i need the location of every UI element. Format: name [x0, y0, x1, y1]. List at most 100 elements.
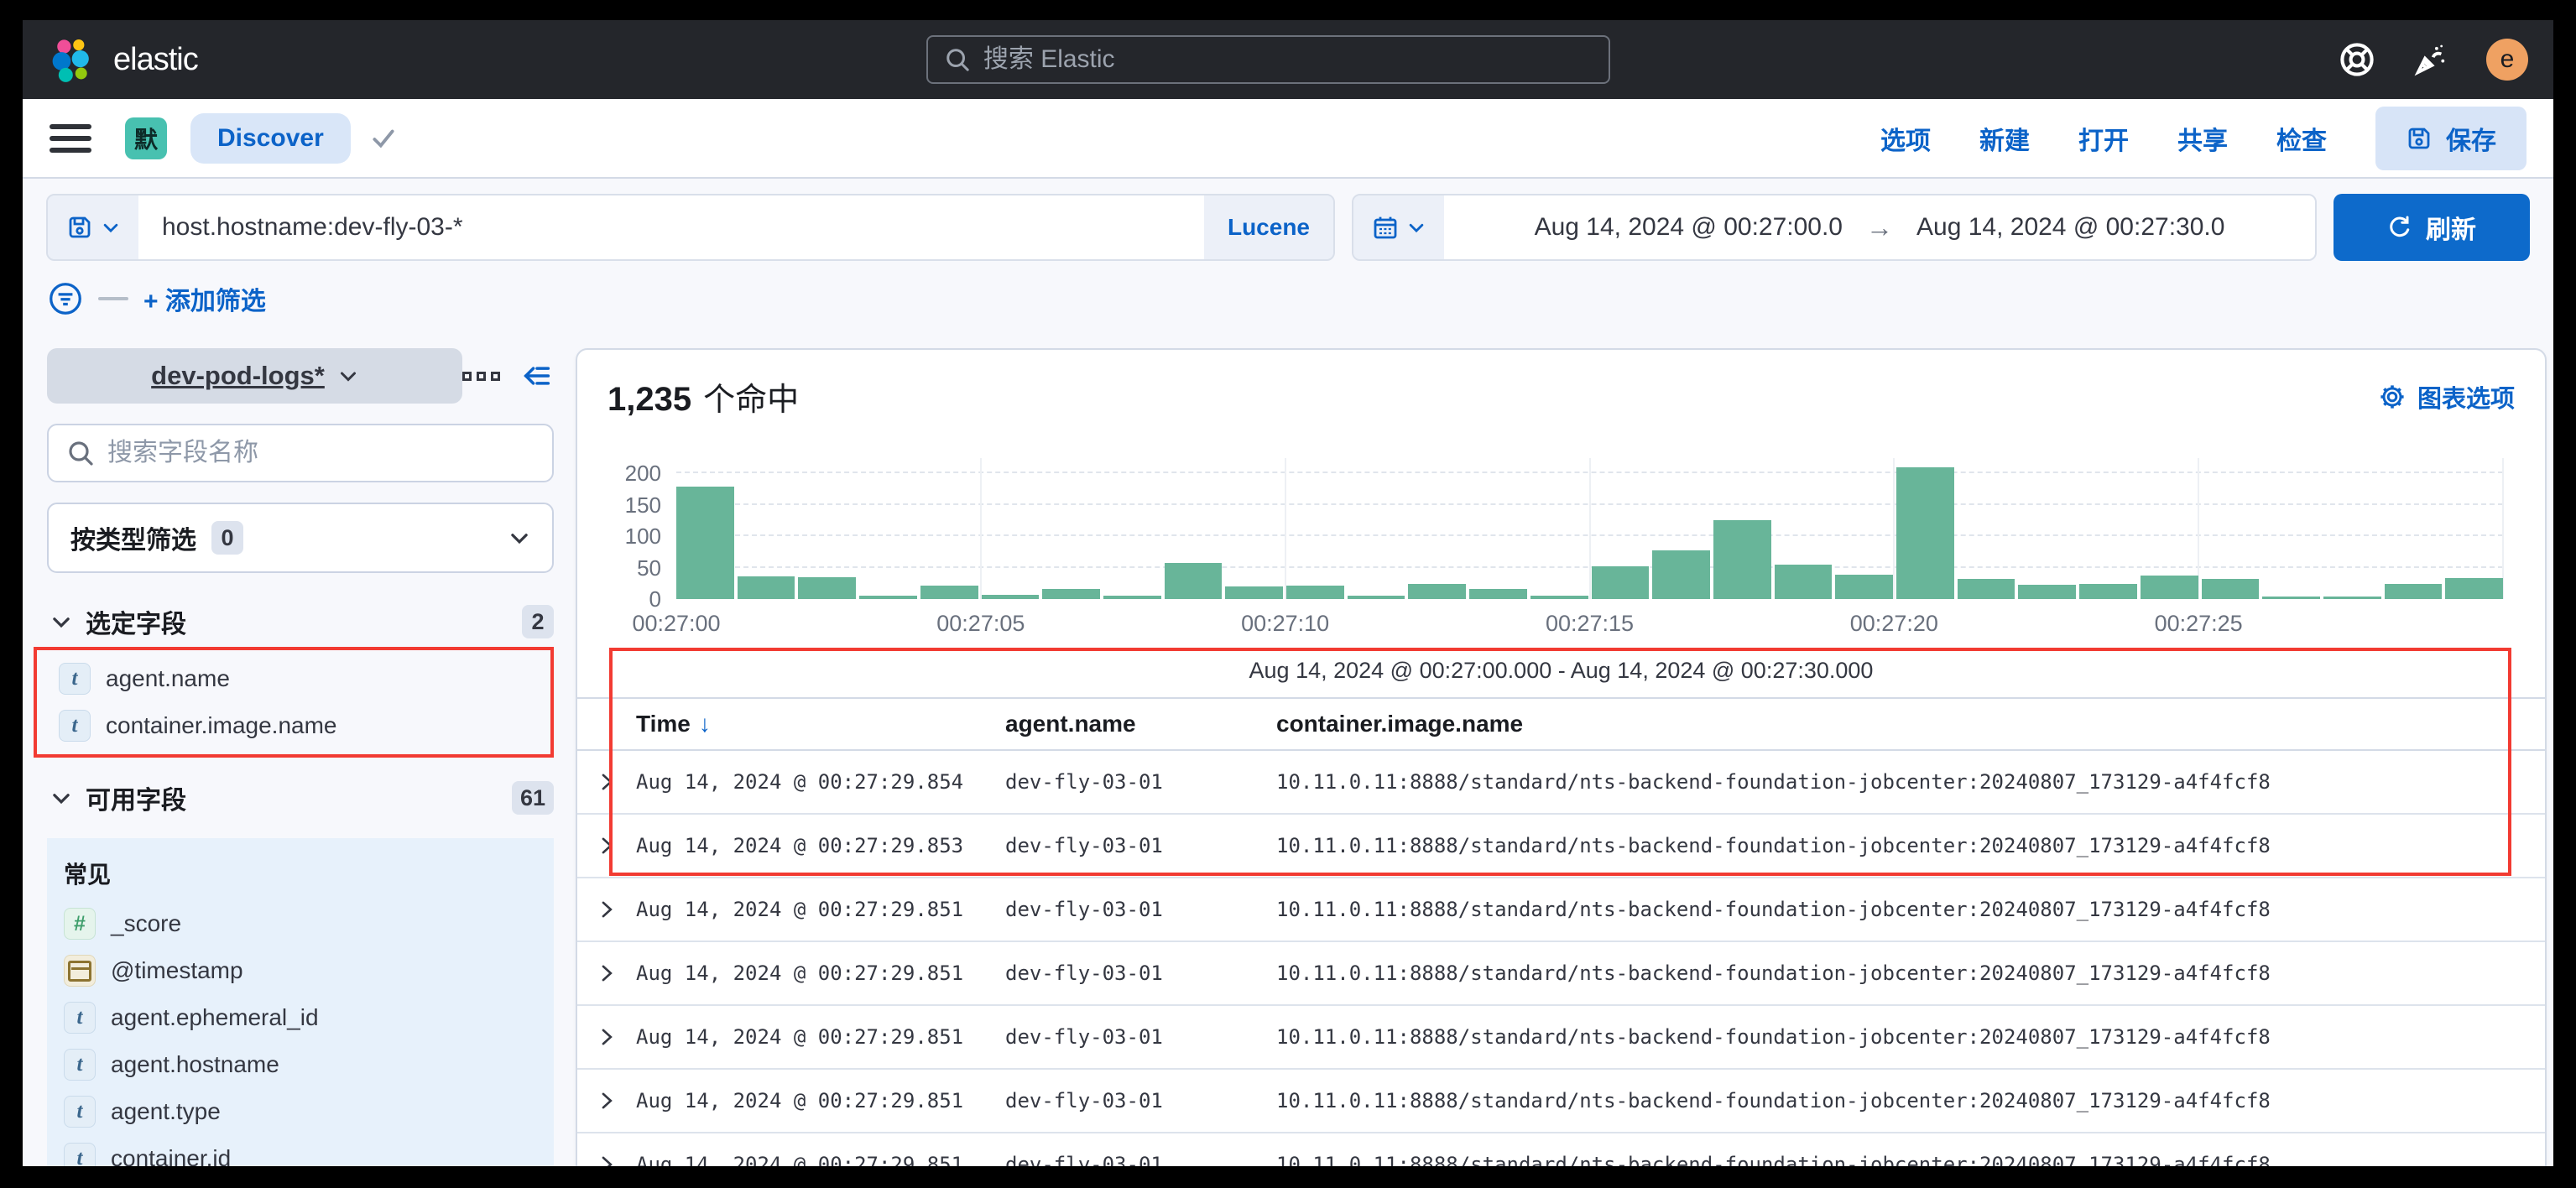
field-list-item[interactable]: # _score: [59, 900, 542, 947]
save-button[interactable]: 保存: [2375, 107, 2526, 170]
date-end[interactable]: Aug 14, 2024 @ 00:27:30.0: [1916, 213, 2224, 242]
field-list-item[interactable]: t agent.name: [47, 659, 554, 699]
field-search[interactable]: [47, 424, 554, 482]
user-avatar[interactable]: e: [2486, 39, 2528, 81]
query-language-toggle[interactable]: Lucene: [1204, 195, 1333, 259]
nav-link[interactable]: 选项: [1880, 120, 1931, 157]
cell-time: Aug 14, 2024 @ 00:27:29.851: [636, 961, 1005, 985]
histogram-bar[interactable]: [1530, 596, 1588, 599]
histogram-bar[interactable]: [1896, 467, 1954, 600]
filter-set-icon[interactable]: [48, 281, 83, 316]
histogram-bar[interactable]: [2202, 579, 2260, 599]
field-list-item[interactable]: t container.image.name: [47, 706, 554, 746]
histogram-bar[interactable]: [1713, 520, 1771, 599]
histogram-bar[interactable]: [1042, 589, 1100, 599]
elastic-logo-icon: [48, 34, 100, 86]
cell-time: Aug 14, 2024 @ 00:27:29.853: [636, 834, 1005, 857]
histogram-bar[interactable]: [798, 577, 856, 599]
histogram-bar[interactable]: [2445, 578, 2503, 600]
table-row[interactable]: Aug 14, 2024 @ 00:27:29.851 dev-fly-03-0…: [577, 1006, 2545, 1070]
selected-fields-header[interactable]: 选定字段 2: [47, 603, 554, 640]
histogram-bar[interactable]: [920, 586, 978, 599]
cell-container-image-name: 10.11.0.11:8888/standard/nts-backend-fou…: [1276, 961, 2545, 985]
table-row[interactable]: Aug 14, 2024 @ 00:27:29.853 dev-fly-03-0…: [577, 815, 2545, 878]
histogram-bar[interactable]: [2385, 584, 2443, 599]
global-header: elastic: [23, 20, 2553, 99]
chart-options-button[interactable]: 图表选项: [2379, 379, 2515, 414]
date-picker-menu[interactable]: [1353, 195, 1444, 259]
histogram-bar[interactable]: [676, 487, 734, 599]
expand-row-icon[interactable]: [596, 771, 618, 793]
selected-fields-list: t agent.name t container.image.name: [47, 659, 554, 746]
breadcrumb-discover[interactable]: Discover: [190, 113, 351, 164]
histogram-bar[interactable]: [1225, 586, 1283, 599]
column-header-time[interactable]: Time↓: [636, 711, 1005, 737]
histogram-bar[interactable]: [1592, 566, 1650, 599]
field-list-item[interactable]: @timestamp: [59, 947, 542, 994]
nav-link[interactable]: 共享: [2177, 120, 2228, 157]
elastic-logo[interactable]: elastic: [48, 34, 198, 86]
expand-row-icon[interactable]: [596, 962, 618, 984]
column-header-container-image-name[interactable]: container.image.name: [1276, 711, 2545, 737]
table-row[interactable]: Aug 14, 2024 @ 00:27:29.854 dev-fly-03-0…: [577, 751, 2545, 815]
date-start[interactable]: Aug 14, 2024 @ 00:27:00.0: [1535, 213, 1843, 242]
histogram-bar[interactable]: [2262, 597, 2320, 599]
table-row[interactable]: Aug 14, 2024 @ 00:27:29.851 dev-fly-03-0…: [577, 1133, 2545, 1166]
histogram-bar[interactable]: [1348, 596, 1405, 600]
nav-link[interactable]: 检查: [2276, 120, 2327, 157]
space-badge[interactable]: 默: [125, 117, 167, 159]
chart-options-label: 图表选项: [2417, 379, 2515, 414]
histogram-bar[interactable]: [1165, 563, 1223, 599]
query-input[interactable]: [138, 213, 1204, 242]
expand-row-icon[interactable]: [596, 1026, 618, 1048]
refresh-button[interactable]: 刷新: [2334, 194, 2530, 261]
y-tick-label: 200: [625, 462, 661, 484]
table-row[interactable]: Aug 14, 2024 @ 00:27:29.851 dev-fly-03-0…: [577, 942, 2545, 1006]
saved-query-menu[interactable]: [48, 195, 138, 259]
histogram-bar[interactable]: [1408, 584, 1466, 599]
menu-icon[interactable]: [50, 124, 91, 153]
table-row[interactable]: Aug 14, 2024 @ 00:27:29.851 dev-fly-03-0…: [577, 878, 2545, 942]
field-settings-icon[interactable]: [462, 372, 500, 381]
filter-by-type[interactable]: 按类型筛选 0: [47, 503, 554, 573]
histogram-bar[interactable]: [1958, 579, 2015, 599]
newsfeed-icon[interactable]: [2412, 41, 2449, 78]
histogram-bar[interactable]: [2141, 576, 2198, 599]
histogram-bar[interactable]: [2018, 585, 2076, 599]
field-list-item[interactable]: t agent.ephemeral_id: [59, 994, 542, 1041]
expand-row-icon[interactable]: [596, 899, 618, 920]
table-row[interactable]: Aug 14, 2024 @ 00:27:29.851 dev-fly-03-0…: [577, 1070, 2545, 1133]
nav-link[interactable]: 新建: [1979, 120, 2030, 157]
field-search-input[interactable]: [107, 439, 534, 467]
histogram-bar[interactable]: [2079, 584, 2137, 599]
global-search[interactable]: [926, 35, 1610, 84]
collapse-sidebar-icon[interactable]: [520, 359, 554, 393]
data-view-selector[interactable]: dev-pod-logs*: [47, 348, 462, 404]
expand-row-icon[interactable]: [596, 1090, 618, 1112]
help-icon[interactable]: [2339, 41, 2375, 78]
save-label: 保存: [2446, 120, 2496, 157]
histogram-bar[interactable]: [859, 596, 917, 599]
histogram-bar[interactable]: [1775, 565, 1833, 599]
filter-divider: [98, 297, 128, 300]
field-list-item[interactable]: t agent.type: [59, 1088, 542, 1135]
expand-row-icon[interactable]: [596, 1154, 618, 1166]
histogram-bar[interactable]: [982, 595, 1040, 599]
histogram-bar[interactable]: [1103, 596, 1161, 599]
histogram-bar[interactable]: [2323, 597, 2381, 599]
field-list-item[interactable]: t agent.hostname: [59, 1041, 542, 1088]
histogram-bar[interactable]: [738, 576, 795, 599]
histogram-bar[interactable]: [1835, 575, 1893, 599]
cell-container-image-name: 10.11.0.11:8888/standard/nts-backend-fou…: [1276, 1089, 2545, 1112]
add-filter-button[interactable]: + 添加筛选: [143, 280, 266, 317]
histogram-bar[interactable]: [1652, 550, 1710, 600]
nav-link[interactable]: 打开: [2078, 120, 2129, 157]
global-search-input[interactable]: [983, 45, 1592, 74]
histogram-bar[interactable]: [1469, 589, 1527, 599]
column-header-agent-name[interactable]: agent.name: [1005, 711, 1276, 737]
available-fields-header[interactable]: 可用字段 61: [47, 779, 554, 816]
sort-desc-icon[interactable]: ↓: [699, 711, 711, 737]
histogram-bar[interactable]: [1286, 586, 1344, 600]
expand-row-icon[interactable]: [596, 835, 618, 857]
field-list-item[interactable]: t container.id: [59, 1135, 542, 1166]
